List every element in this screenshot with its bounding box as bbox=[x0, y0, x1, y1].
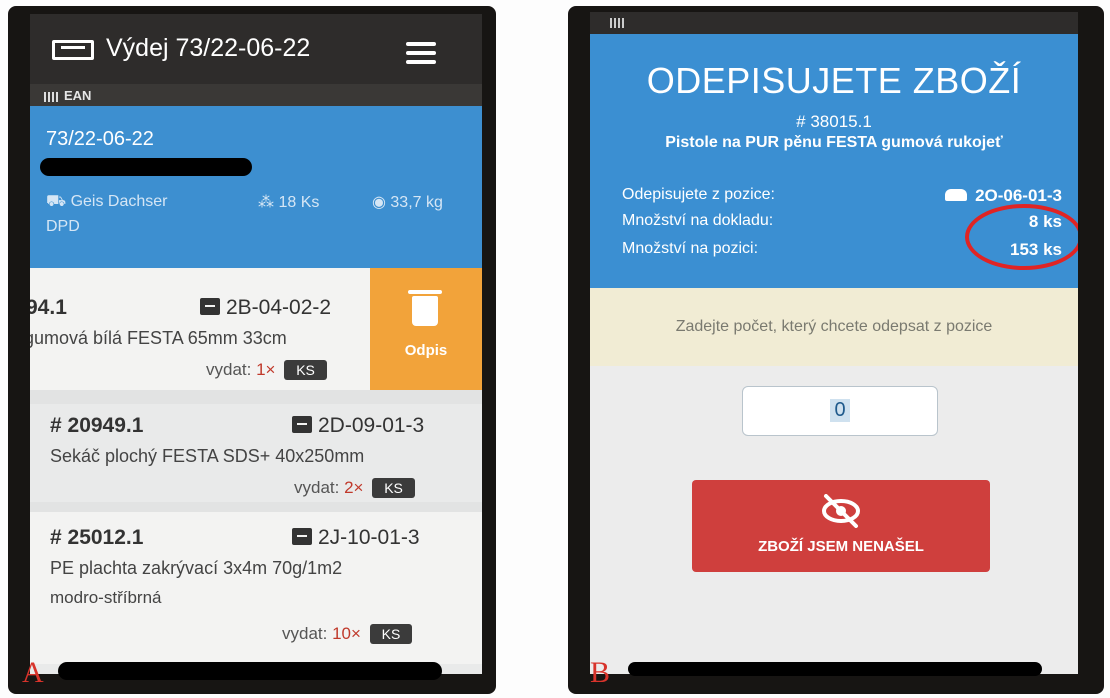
redaction-bar bbox=[628, 662, 1042, 676]
truck-icon: ⛟ bbox=[46, 193, 71, 210]
item-code: # 25012.1 bbox=[50, 526, 144, 549]
position-value: 2O-06-01-3 bbox=[975, 186, 1062, 205]
item-position: 2J-10-01-3 bbox=[292, 526, 420, 550]
item-position: 2D-09-01-3 bbox=[292, 414, 424, 438]
panel-label-b: B bbox=[590, 656, 611, 689]
status-bar bbox=[590, 12, 1078, 34]
odpis-swipe-button[interactable]: Odpis bbox=[370, 268, 482, 390]
item-quantity: vydat: 2× KS bbox=[294, 478, 415, 498]
ean-bar[interactable]: EAN bbox=[30, 84, 482, 106]
box-icon bbox=[292, 416, 312, 433]
list-item[interactable]: # 25012.1 2J-10-01-3 PE plachta zakrývac… bbox=[30, 512, 482, 664]
item-description: PE plachta zakrývací 3x4m 70g/1m2 bbox=[50, 558, 343, 578]
box-icon bbox=[292, 528, 312, 545]
total-weight: ◉ 33,7 kg bbox=[372, 192, 443, 212]
vydat-label: vydat: bbox=[282, 624, 328, 643]
total-count: ⁂ 18 Ks bbox=[258, 192, 319, 212]
not-found-label: ZBOŽÍ JSEM NENAŠEL bbox=[758, 538, 924, 555]
total-weight-value: 33,7 kg bbox=[390, 194, 443, 211]
quantity-input[interactable]: 0 bbox=[742, 386, 938, 436]
item-quantity: vydat: 10× KS bbox=[282, 624, 413, 644]
unit-badge: KS bbox=[369, 624, 413, 644]
row-label: Množství na dokladu: bbox=[622, 212, 774, 229]
unit-badge: KS bbox=[372, 478, 415, 498]
odpis-label: Odpis bbox=[404, 342, 448, 359]
vydat-label: vydat: bbox=[294, 478, 340, 497]
highlight-circle bbox=[965, 204, 1078, 270]
item-description-line2: modro-stříbrná bbox=[50, 588, 162, 607]
item-name: Pistole na PUR pěnu FESTA gumová rukojeť bbox=[665, 134, 1003, 151]
gauge-icon: ◉ bbox=[372, 194, 391, 211]
hint-text: Zadejte počet, který chcete odepsat z po… bbox=[590, 288, 1078, 366]
qty-value: 2× bbox=[344, 478, 364, 497]
doc-number: 73/22-06-22 bbox=[46, 128, 154, 150]
ean-label: EAN bbox=[64, 88, 92, 103]
item-code: 94.1 bbox=[30, 296, 67, 319]
divider bbox=[30, 502, 482, 512]
cts-logo bbox=[52, 40, 94, 60]
box-icon bbox=[200, 298, 220, 315]
carrier-secondary: DPD bbox=[46, 218, 80, 235]
item-position: 2B-04-02-2 bbox=[200, 296, 331, 320]
list-item[interactable]: 94.1 2B-04-02-2 gumová bílá FESTA 65mm 3… bbox=[30, 268, 370, 390]
barcode-icon bbox=[610, 18, 626, 28]
quantity-value: 0 bbox=[830, 399, 850, 422]
barcode-icon bbox=[44, 91, 60, 102]
item-position-value: 2B-04-02-2 bbox=[226, 296, 332, 319]
phone-a: Výdej 73/22-06-22 EAN 73/22-06-22 ⛟ Geis… bbox=[8, 6, 496, 694]
trash-icon bbox=[408, 290, 442, 326]
screenshot-composite: Výdej 73/22-06-22 EAN 73/22-06-22 ⛟ Geis… bbox=[0, 0, 1110, 698]
qty-value: 10× bbox=[332, 624, 361, 643]
item-position-value: 2D-09-01-3 bbox=[318, 414, 425, 437]
item-code: # 20949.1 bbox=[50, 414, 144, 437]
not-found-button[interactable]: ZBOŽÍ JSEM NENAŠEL bbox=[692, 480, 990, 572]
page-title: ODEPISUJETE ZBOŽÍ bbox=[646, 60, 1022, 101]
carrier: ⛟ Geis Dachser bbox=[46, 192, 168, 212]
document-header: 73/22-06-22 ⛟ Geis Dachser DPD ⁂ 18 Ks ◉… bbox=[30, 106, 482, 268]
item-description: gumová bílá FESTA 65mm 33cm bbox=[30, 328, 287, 348]
list-item[interactable]: # 20949.1 2D-09-01-3 Sekáč plochý FESTA … bbox=[30, 390, 482, 500]
car-icon bbox=[945, 189, 968, 201]
redaction-bar bbox=[40, 158, 252, 176]
row-label: Odepisujete z pozice: bbox=[622, 186, 775, 203]
panel-label-a: A bbox=[22, 656, 44, 689]
cubes-icon: ⁂ bbox=[258, 194, 279, 211]
item-position-value: 2J-10-01-3 bbox=[318, 526, 420, 549]
info-row-position: Odepisujete z pozice: 2O-06-01-3 bbox=[622, 186, 1062, 206]
phone-b: ODEPISUJETE ZBOŽÍ # 38015.1 Pistole na P… bbox=[568, 6, 1104, 694]
item-description: Sekáč plochý FESTA SDS+ 40x250mm bbox=[50, 446, 365, 466]
screen-a: Výdej 73/22-06-22 EAN 73/22-06-22 ⛟ Geis… bbox=[30, 14, 482, 674]
redaction-bar bbox=[58, 662, 442, 680]
hamburger-menu-icon[interactable] bbox=[406, 42, 436, 64]
row-value: 2O-06-01-3 bbox=[945, 186, 1062, 206]
eye-slash-icon bbox=[822, 494, 860, 528]
item-quantity: vydat: 1× KS bbox=[206, 360, 327, 380]
row-label: Množství na pozici: bbox=[622, 240, 759, 257]
carrier-name: Geis Dachser bbox=[70, 193, 168, 210]
qty-value: 1× bbox=[256, 360, 276, 379]
vydat-label: vydat: bbox=[206, 360, 252, 379]
app-bar: Výdej 73/22-06-22 bbox=[30, 14, 482, 84]
writeoff-header: ODEPISUJETE ZBOŽÍ # 38015.1 Pistole na P… bbox=[590, 34, 1078, 288]
app-title: Výdej 73/22-06-22 bbox=[106, 34, 311, 62]
item-code: # 38015.1 bbox=[796, 112, 872, 131]
unit-badge: KS bbox=[284, 360, 327, 380]
total-count-value: 18 Ks bbox=[278, 194, 320, 211]
screen-b: ODEPISUJETE ZBOŽÍ # 38015.1 Pistole na P… bbox=[590, 34, 1078, 674]
